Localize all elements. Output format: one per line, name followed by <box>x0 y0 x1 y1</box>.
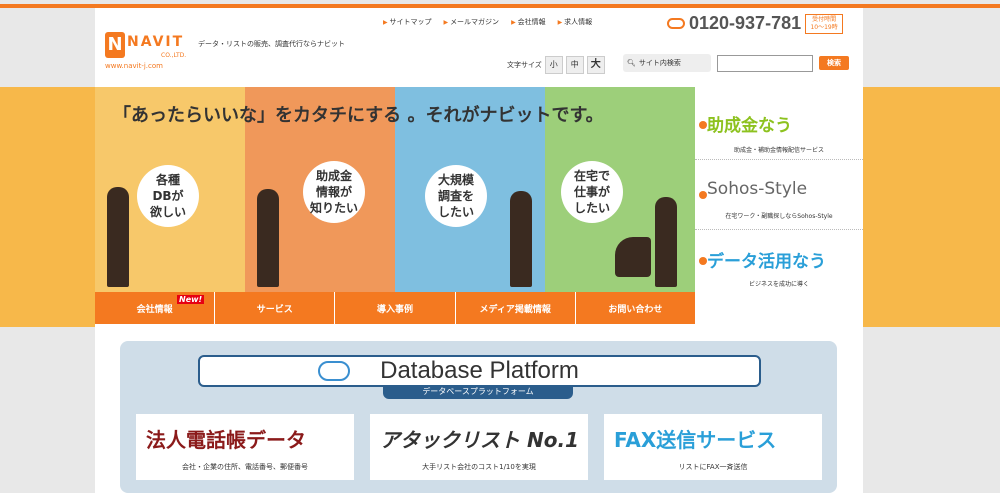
search-label-box: 🔍︎ サイト内検索 <box>623 54 711 72</box>
banner-title: 助成金なう <box>707 116 792 136</box>
navit-logo[interactable]: N NAVIT CO.,LTD. www.navit-j.com <box>105 32 195 76</box>
nav-media[interactable]: メディア掲載情報 <box>455 292 576 324</box>
site-search: 🔍︎ サイト内検索 検索 <box>623 54 849 72</box>
card-title: 法人電話帳データ <box>146 428 306 452</box>
nav-contact[interactable]: お問い合わせ <box>575 292 696 324</box>
arrow-icon <box>699 257 707 265</box>
card-subtitle: 会社・企業の住所、電話番号、郵便番号 <box>182 463 308 471</box>
arrow-icon <box>699 121 707 129</box>
global-nav: 会社情報 New! サービス 導入事例 メディア掲載情報 お問い合わせ <box>95 292 696 324</box>
person-silhouette <box>107 187 129 287</box>
cloud-icon <box>318 361 350 381</box>
search-label: サイト内検索 <box>638 59 681 67</box>
person-silhouette <box>655 197 677 287</box>
bubble-subsidy: 助成金 情報が 知りたい <box>303 161 365 223</box>
nav-service[interactable]: サービス <box>215 292 336 324</box>
card-corporate-phonebook[interactable]: 法人電話帳データ 会社・企業の住所、電話番号、郵便番号 <box>136 414 354 480</box>
new-badge: New! <box>177 295 205 304</box>
font-size-large-button[interactable]: 大 <box>586 56 605 74</box>
person-silhouette <box>257 189 279 287</box>
nav-label: 導入事例 <box>377 304 414 315</box>
database-platform-banner[interactable]: Database Platform <box>198 355 761 387</box>
database-platform-subtitle: データベースプラットフォーム <box>383 385 573 399</box>
bubble-survey: 大規模 調査を したい <box>425 165 487 227</box>
nav-company[interactable]: 会社情報 New! <box>95 292 216 324</box>
nav-cases[interactable]: 導入事例 <box>335 292 456 324</box>
business-hours: 受付時間 10～19時 <box>805 13 844 34</box>
card-fax-service[interactable]: FAX送信サービス リストにFAX一斉送信 <box>604 414 822 480</box>
arrow-icon <box>699 191 707 199</box>
font-size-small-button[interactable]: 小 <box>544 56 563 74</box>
font-size-medium-button[interactable]: 中 <box>565 56 584 74</box>
bubble-homework: 在宅で 仕事が したい <box>561 161 623 223</box>
font-size-control: 文字サイズ 小 中 大 <box>507 56 605 74</box>
banner-title: Sohos-Style <box>707 179 808 199</box>
database-platform-section: Database Platform データベースプラットフォーム 法人電話帳デー… <box>120 341 837 493</box>
top-link-company[interactable]: 会社情報 <box>511 17 546 27</box>
logo-company: CO.,LTD. <box>161 52 187 59</box>
search-button[interactable]: 検索 <box>819 56 849 70</box>
bubble-db: 各種 DBが 欲しい <box>137 165 199 227</box>
top-links: サイトマップ メールマガジン 会社情報 求人情報 <box>383 17 593 27</box>
nav-label: サービス <box>256 304 293 315</box>
banner-data-katsuyou-now[interactable]: データ活用なう ビジネスを成功に導く <box>695 233 863 293</box>
top-link-sitemap[interactable]: サイトマップ <box>383 17 432 27</box>
card-subtitle: 大手リスト会社のコスト1/10を実現 <box>422 463 536 471</box>
card-subtitle: リストにFAX一斉送信 <box>678 463 748 471</box>
top-link-recruit[interactable]: 求人情報 <box>558 17 592 27</box>
logo-word: NAVIT <box>127 34 185 50</box>
card-title: アタックリスト No.1 <box>380 428 579 452</box>
hero-section: 「あったらいいな」をカタチにする 。それがナビットです。 各種 DBが 欲しい … <box>95 87 863 327</box>
top-link-mailmagazine[interactable]: メールマガジン <box>444 17 499 27</box>
banner-subtitle: ビジネスを成功に導く <box>748 281 809 288</box>
search-icon: 🔍︎ <box>627 59 636 67</box>
banner-joseikin-now[interactable]: 助成金なう 助成金・補助金情報配信サービス <box>695 91 863 160</box>
person-silhouette <box>510 191 532 287</box>
stroller-silhouette <box>615 237 651 277</box>
banner-sohos-style[interactable]: Sohos-Style 在宅ワーク・副職探しならSohos-Style <box>695 163 863 230</box>
side-banners: 助成金なう 助成金・補助金情報配信サービス Sohos-Style 在宅ワーク・… <box>695 87 863 324</box>
tagline: データ・リストの販売、調査代行ならナビット <box>198 40 345 48</box>
search-input[interactable] <box>717 54 813 72</box>
nav-label: メディア掲載情報 <box>479 304 551 315</box>
banner-title: データ活用なう <box>707 252 826 272</box>
banner-subtitle: 助成金・補助金情報配信サービス <box>733 147 824 154</box>
nav-label: 会社情報 <box>136 304 173 315</box>
banner-subtitle: 在宅ワーク・副職探しならSohos-Style <box>725 213 833 220</box>
nav-label: お問い合わせ <box>608 304 663 315</box>
font-size-label: 文字サイズ <box>507 61 542 69</box>
logo-url: www.navit-j.com <box>105 62 163 70</box>
card-title: FAX送信サービス <box>614 428 777 452</box>
logo-mark: N <box>105 32 125 58</box>
hero-headline: 「あったらいいな」をカタチにする 。それがナビットです。 <box>113 105 604 126</box>
database-platform-title: Database Platform <box>380 357 579 384</box>
card-attack-list[interactable]: アタックリスト No.1 大手リスト会社のコスト1/10を実現 <box>370 414 588 480</box>
phone-block: 0120-937-781 受付時間 10～19時 <box>667 13 844 34</box>
freedial-icon <box>667 18 685 29</box>
phone-number: 0120-937-781 <box>689 13 802 33</box>
